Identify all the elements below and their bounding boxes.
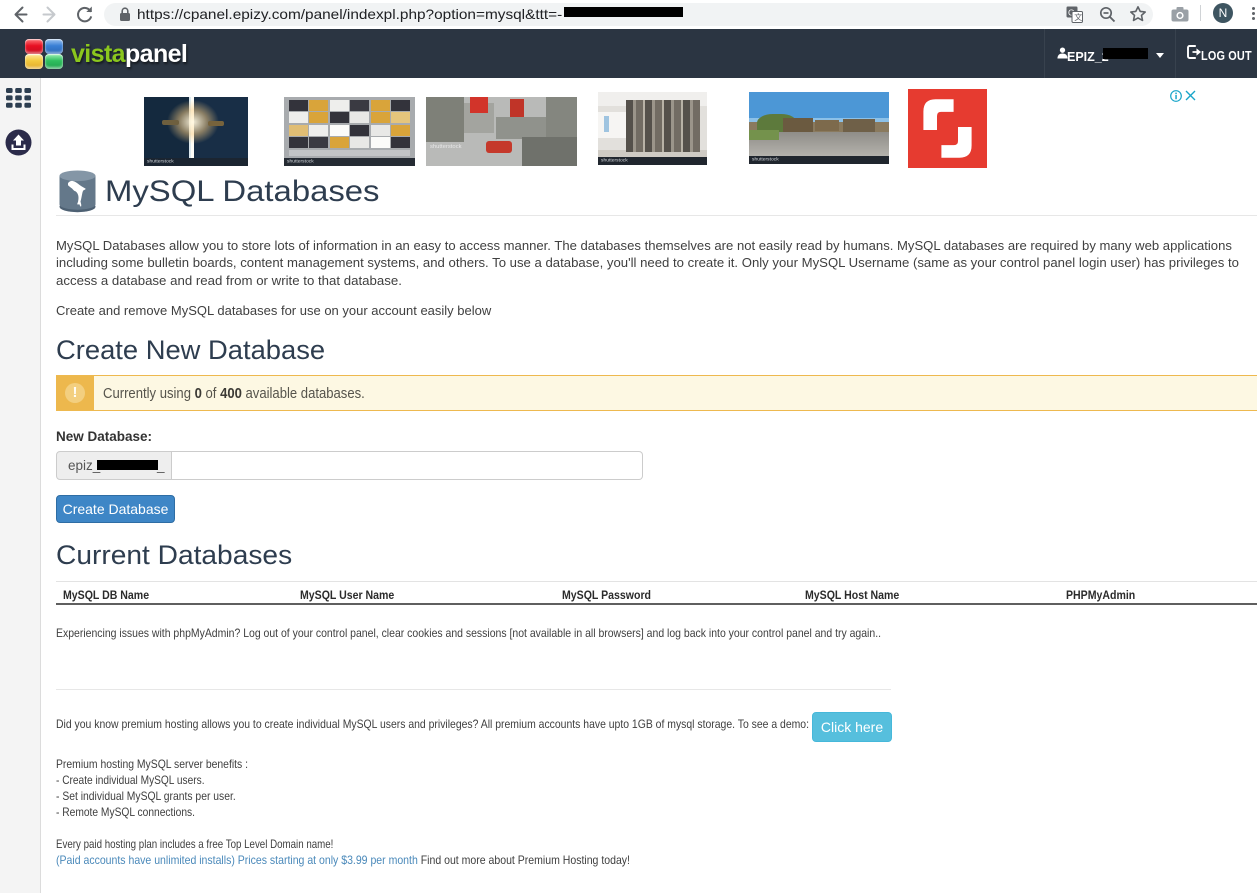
svg-text:文: 文 — [1074, 12, 1082, 22]
